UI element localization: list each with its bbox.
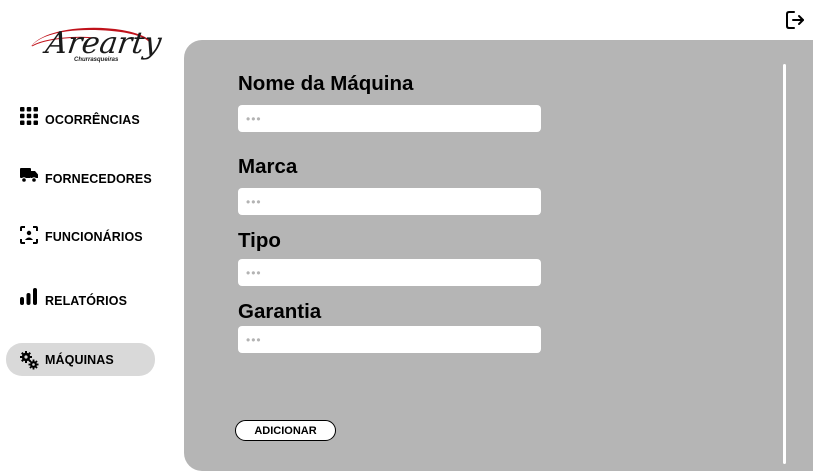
- sidebar-item-relatorios[interactable]: RELATÓRIOS: [6, 283, 155, 316]
- truck-icon: [20, 166, 38, 184]
- brand-logo: Arearty Churrasqueiras: [26, 24, 163, 72]
- sidebar-item-label: MÁQUINAS: [45, 353, 114, 367]
- brand-input[interactable]: [238, 188, 541, 215]
- sidebar-item-maquinas[interactable]: MÁQUINAS: [6, 343, 155, 376]
- sidebar-item-label: FUNCIONÁRIOS: [45, 230, 143, 244]
- brand-name: Arearty: [43, 26, 164, 61]
- machine-name-label: Nome da Máquina: [238, 72, 414, 95]
- machine-name-input[interactable]: [238, 105, 541, 132]
- bar-chart-icon: [20, 288, 38, 306]
- gears-icon: [20, 351, 39, 370]
- grid-icon: [20, 107, 38, 125]
- sidebar-item-label: RELATÓRIOS: [45, 294, 128, 308]
- warranty-input[interactable]: [238, 326, 541, 353]
- type-input[interactable]: [238, 259, 541, 286]
- sidebar-item-ocorrencias[interactable]: OCORRÊNCIAS: [6, 102, 155, 135]
- brand-label: Marca: [238, 155, 298, 178]
- add-button[interactable]: ADICIONAR: [235, 420, 336, 441]
- warranty-label: Garantia: [238, 300, 322, 323]
- type-label: Tipo: [238, 229, 281, 252]
- brand-tagline: Churrasqueiras: [74, 57, 119, 63]
- logout-icon[interactable]: [785, 10, 805, 30]
- sidebar-item-funcionarios[interactable]: FUNCIONÁRIOS: [6, 219, 155, 252]
- sidebar-item-label: OCORRÊNCIAS: [45, 113, 140, 127]
- sidebar-item-fornecedores[interactable]: FORNECEDORES: [6, 161, 155, 194]
- scrollbar[interactable]: [783, 64, 786, 464]
- sidebar-item-label: FORNECEDORES: [45, 172, 152, 186]
- user-scan-icon: [20, 226, 38, 244]
